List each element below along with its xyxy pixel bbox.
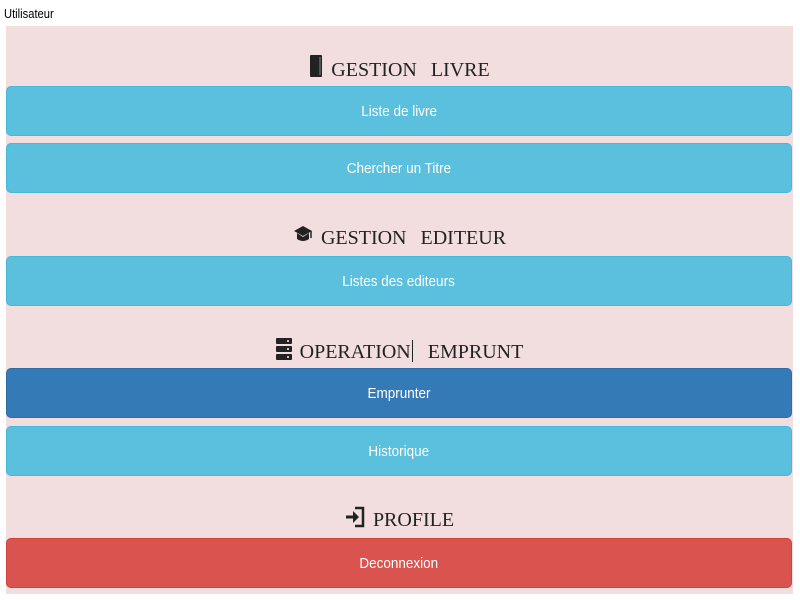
section-title: PROFILE <box>372 509 455 531</box>
emprunter-button[interactable]: Emprunter <box>6 368 792 418</box>
button-label: Emprunter <box>367 385 431 402</box>
button-label: Liste de livre <box>361 103 437 120</box>
text-cursor <box>411 340 413 362</box>
deconnexion-button[interactable]: Deconnexion <box>6 538 792 588</box>
section-heading-profile: PROFILE <box>6 506 793 531</box>
section-title-b: EDITEUR <box>420 227 507 249</box>
listes-des-editeurs-button[interactable]: Listes des editeurs <box>6 256 792 306</box>
graduation-cap-icon <box>293 224 313 252</box>
chercher-un-titre-button[interactable]: Chercher un Titre <box>6 143 792 193</box>
section-title-a: GESTION <box>331 59 417 81</box>
button-label: Deconnexion <box>359 555 439 572</box>
section-title-a: GESTION <box>320 227 407 249</box>
section-title-a: OPERATION <box>299 341 411 363</box>
liste-de-livre-button[interactable]: Liste de livre <box>6 86 792 136</box>
section-title-b: EMPRUNT <box>427 341 524 363</box>
button-label: Listes des editeurs <box>342 273 456 290</box>
button-label: Chercher un Titre <box>346 160 452 177</box>
button-label: Historique <box>368 443 430 460</box>
section-heading-operation-emprunt: OPERATION EMPRUNT <box>6 336 793 363</box>
historique-button[interactable]: Historique <box>6 426 792 476</box>
sign-in-icon <box>345 506 365 534</box>
section-title-b: LIVRE <box>430 59 490 81</box>
user-label: Utilisateur <box>4 6 54 21</box>
server-icon <box>275 336 292 366</box>
book-icon <box>309 54 323 84</box>
section-heading-gestion-livre: GESTION LIVRE <box>6 54 793 81</box>
section-heading-gestion-editeur: GESTION EDITEUR <box>6 224 793 249</box>
